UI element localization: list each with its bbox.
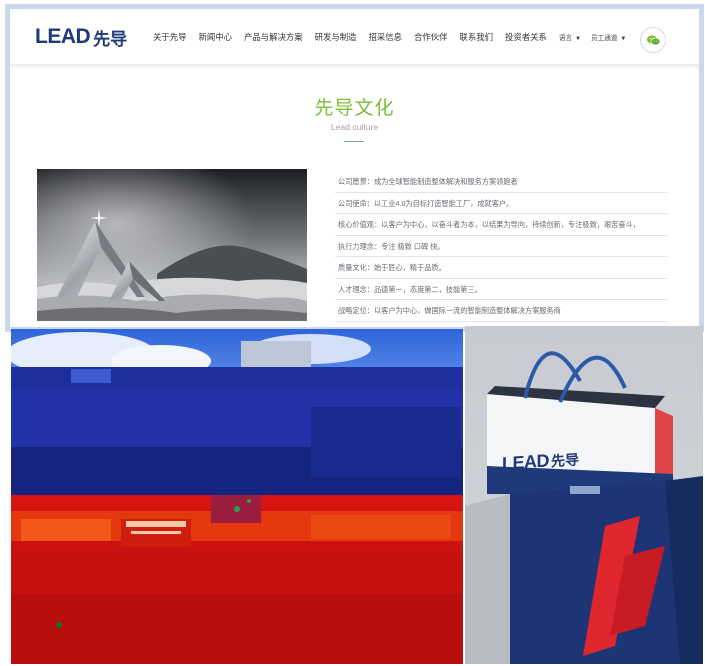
bag-logo-mark: LEAD: [502, 450, 549, 474]
nav-item-rnd[interactable]: 研发与制造: [315, 31, 357, 43]
bag-photo-art: [465, 326, 703, 664]
shopping-bag-photo: LEAD 先导: [465, 326, 703, 664]
culture-photo-sculpture: [37, 169, 307, 321]
language-dropdown[interactable]: 语言 ▼: [559, 32, 581, 42]
navbar-divider: [10, 64, 699, 68]
culture-item-values: 核心价值观：以客户为中心，以奋斗者为本，以结果为导向，持续创新，专注极致，艰苦奋…: [335, 214, 667, 236]
culture-item-strategy: 战略定位：以客户为中心，做国际一流的智能制造整体解决方案服务商: [335, 300, 667, 322]
office-building-photo: [11, 329, 463, 664]
caret-down-icon: ▼: [575, 36, 582, 42]
website-screenshot-frame: LEAD 先导 关于先导 新闻中心 产品与解决方案 研发与制造 招采信息 合作伙…: [5, 4, 704, 332]
nav-item-procurement[interactable]: 招采信息: [369, 31, 403, 43]
main-nav: 关于先导 新闻中心 产品与解决方案 研发与制造 招采信息 合作伙伴 联系我们 投…: [153, 31, 636, 43]
logo-cn: 先导: [93, 29, 128, 49]
sculpture-photo-art: [37, 169, 307, 321]
nav-item-partners[interactable]: 合作伙伴: [414, 31, 448, 43]
language-label: 语言: [558, 35, 573, 42]
staff-dropdown[interactable]: 员工通道 ▼: [591, 32, 626, 42]
website-screenshot: LEAD 先导 关于先导 新闻中心 产品与解决方案 研发与制造 招采信息 合作伙…: [10, 9, 699, 327]
culture-item-mission: 公司使命：以工业4.0为目标打造智能工厂，成就客户。: [335, 193, 667, 214]
wechat-icon: [646, 35, 660, 45]
logo-mark-text: LEAD: [35, 25, 91, 48]
nav-item-news[interactable]: 新闻中心: [199, 31, 233, 43]
section-subtitle: Lead culture: [330, 122, 379, 132]
nav-item-products[interactable]: 产品与解决方案: [244, 31, 303, 43]
nav-item-about[interactable]: 关于先导: [153, 31, 187, 43]
nav-item-investors[interactable]: 投资者关系: [505, 31, 547, 43]
site-logo[interactable]: LEAD 先导: [35, 23, 127, 51]
wechat-button[interactable]: [640, 27, 666, 53]
section-title: 先导文化: [314, 98, 395, 119]
culture-info-list: 公司愿景：成为全球智能制造整体解决和服务方案领跑者 公司使命：以工业4.0为目标…: [335, 171, 667, 322]
top-navbar: LEAD 先导 关于先导 新闻中心 产品与解决方案 研发与制造 招采信息 合作伙…: [10, 9, 699, 64]
collage: LEAD 先导 关于先导 新闻中心 产品与解决方案 研发与制造 招采信息 合作伙…: [0, 0, 705, 666]
section-title-underline: [344, 141, 364, 142]
caret-down-icon: ▼: [620, 36, 627, 42]
culture-item-vision: 公司愿景：成为全球智能制造整体解决和服务方案领跑者: [335, 171, 667, 193]
bag-logo-cn: 先导: [551, 450, 579, 469]
logo-mark: LEAD: [35, 25, 91, 49]
building-photo-art: [11, 329, 463, 664]
culture-item-talent: 人才理念：品德第一，态度第二，技能第三。: [335, 279, 667, 300]
nav-item-contact[interactable]: 联系我们: [460, 31, 494, 43]
culture-item-execution: 执行力理念：专注 极致 口碑 快。: [335, 236, 667, 257]
culture-item-quality: 质量文化：始于匠心，精于品质。: [335, 257, 667, 279]
staff-label: 员工通道: [591, 35, 618, 42]
